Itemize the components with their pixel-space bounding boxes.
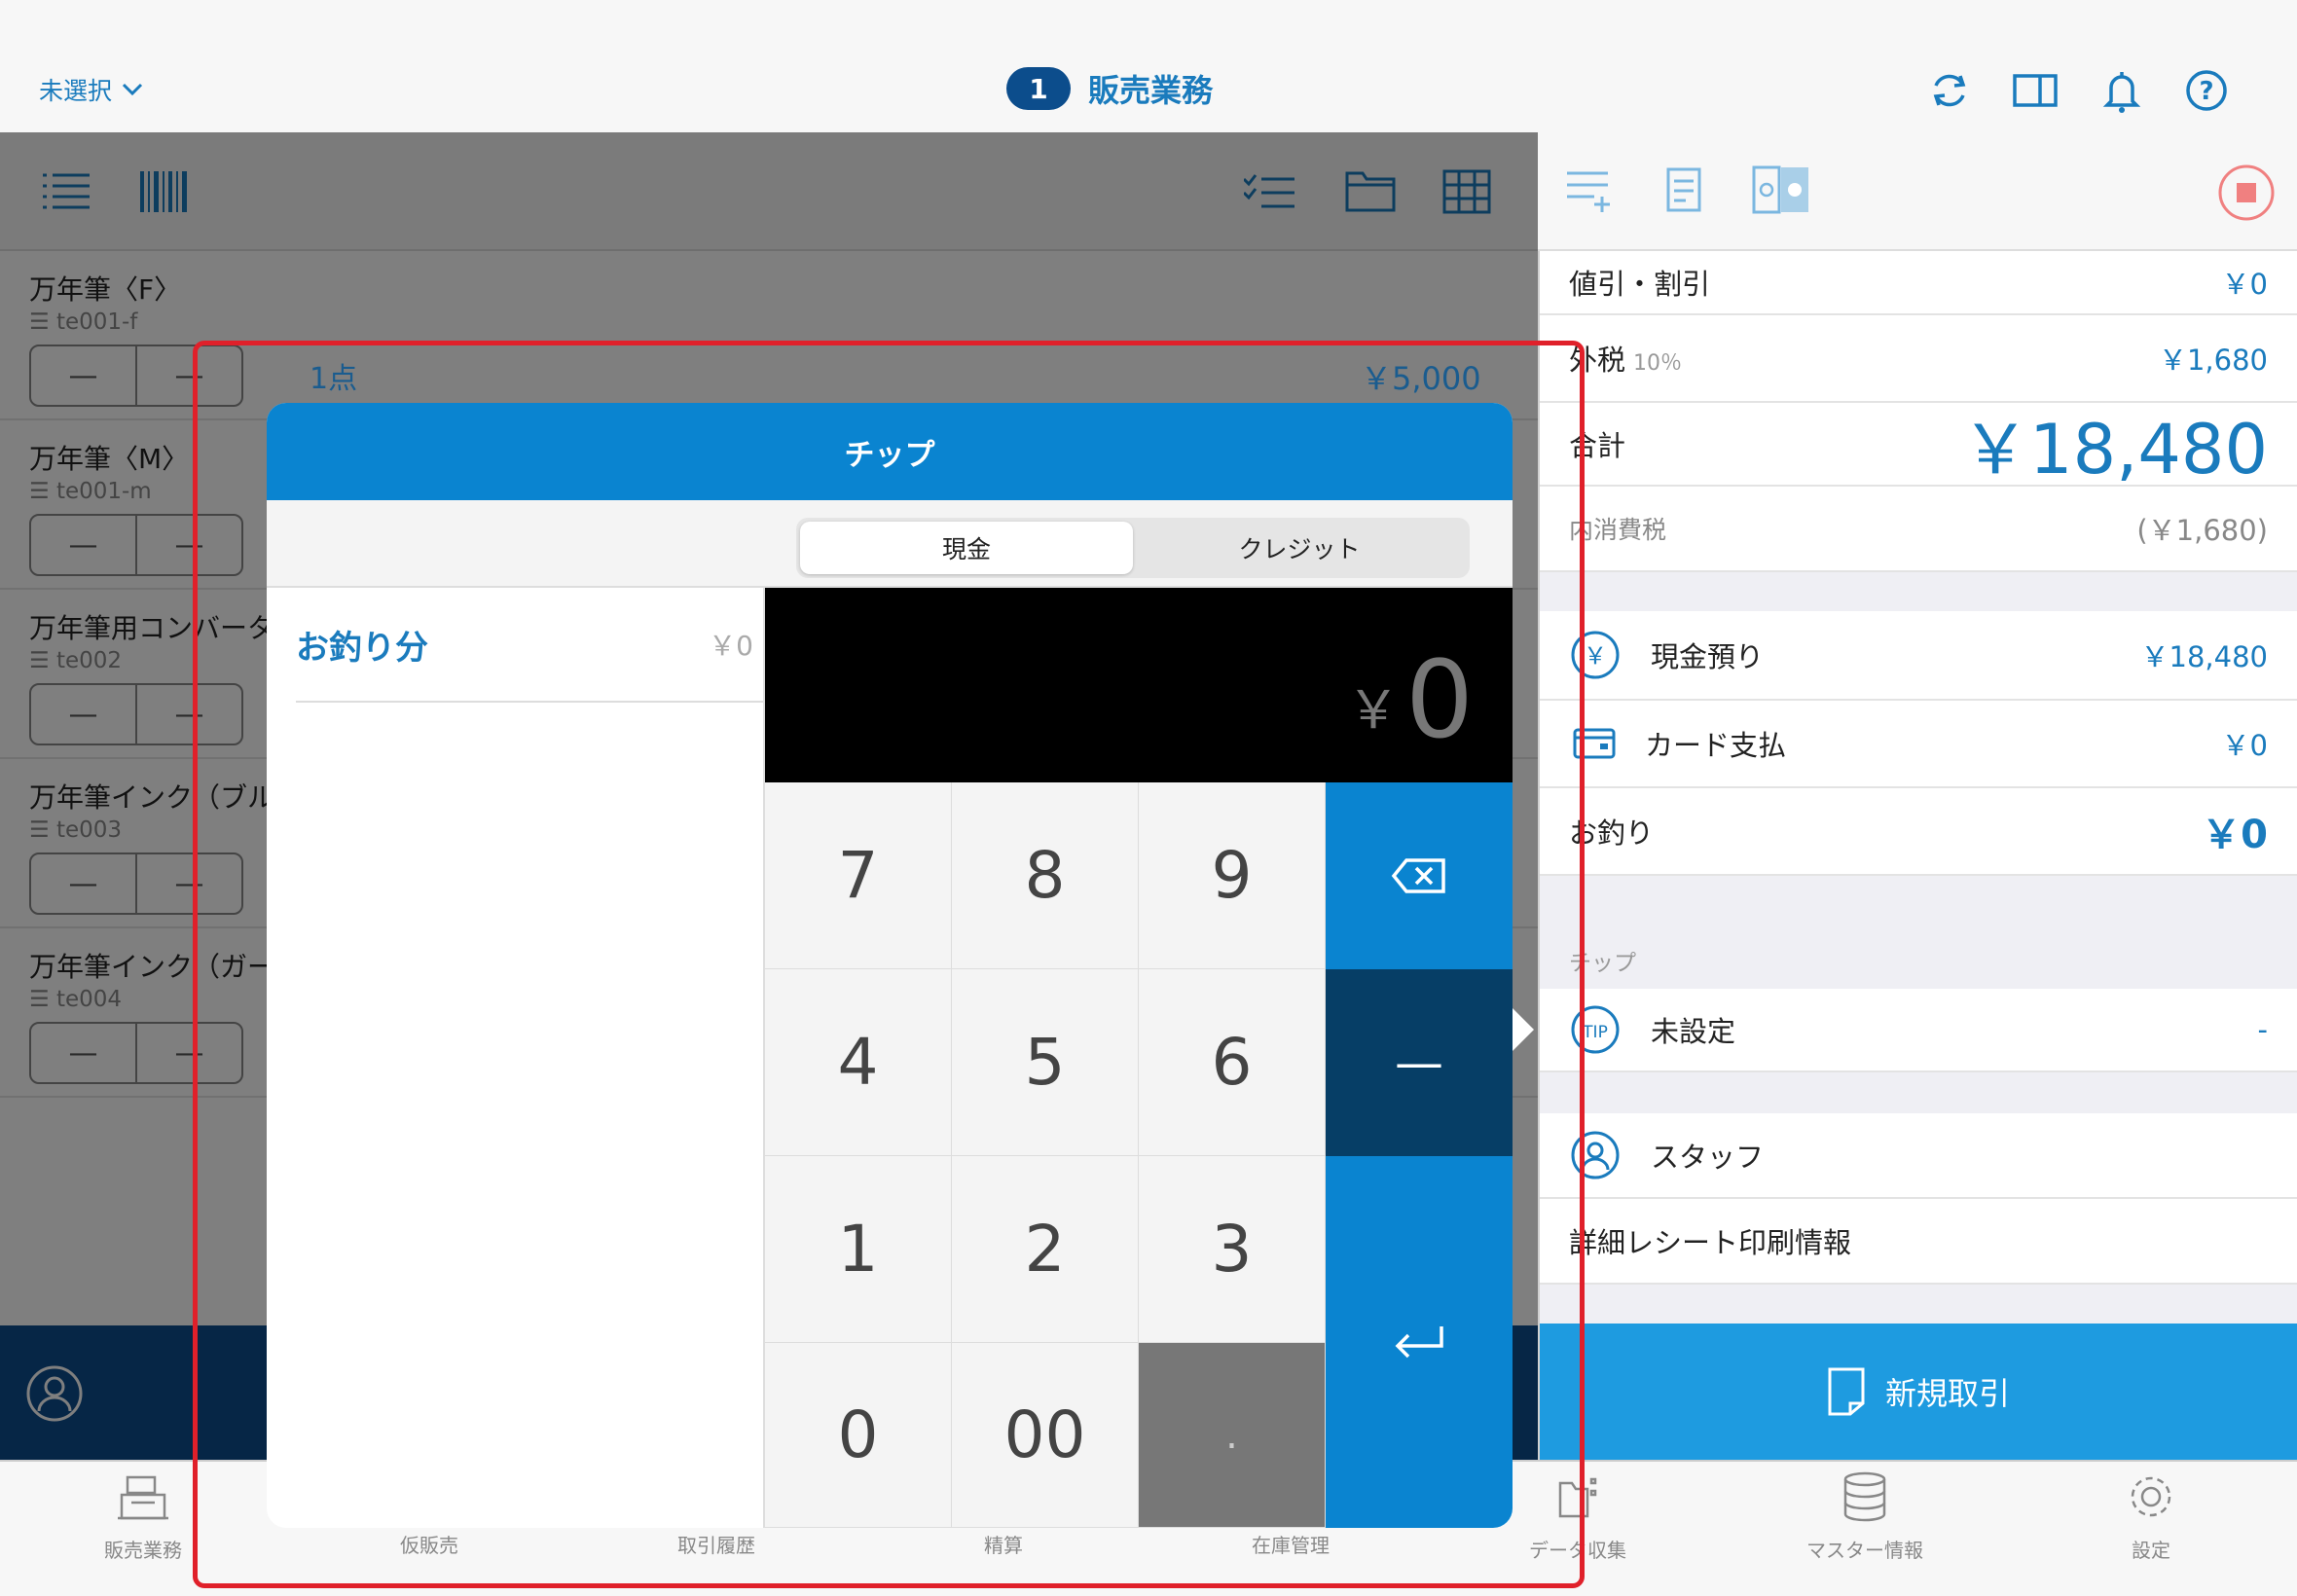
key-9[interactable]: 9: [1139, 782, 1326, 969]
change-tip-label: お釣り分: [296, 628, 428, 668]
numeric-keypad: 7 8 9 4 5 6 1 2 3 0 00 . —: [765, 782, 1513, 1528]
cart-amount: ￥5,000: [1361, 360, 1481, 397]
tip-value: -: [2257, 1013, 2268, 1046]
discount-label: 値引・割引: [1569, 268, 1711, 301]
database-icon: [1843, 1471, 1886, 1522]
total-value: ￥18,480: [1961, 409, 2268, 490]
gear-icon: [2131, 1476, 2171, 1517]
key-4[interactable]: 4: [765, 969, 952, 1156]
tip-row[interactable]: TIP 未設定 -: [1540, 989, 2297, 1072]
title-badge: 1: [1006, 67, 1071, 110]
cash-label: 現金預り: [1651, 640, 1765, 673]
tip-label: 未設定: [1651, 1015, 1736, 1048]
backspace-icon: [1391, 858, 1445, 893]
return-icon: [1395, 1326, 1443, 1359]
help-icon[interactable]: ?: [2182, 66, 2231, 115]
svg-text:￥: ￥: [1584, 642, 1607, 670]
svg-text:?: ?: [2199, 77, 2213, 106]
tab-label: マスター情報: [1806, 1539, 1923, 1562]
key-6[interactable]: 6: [1139, 969, 1326, 1156]
key-7[interactable]: 7: [765, 782, 952, 969]
payment-type-segment: 現金 クレジット: [796, 518, 1470, 578]
tax-value: ￥1,680: [2158, 344, 2268, 377]
checkout-toolbar: [1538, 132, 2297, 251]
discount-row[interactable]: 値引・割引 ￥0: [1540, 251, 2297, 315]
key-5[interactable]: 5: [952, 969, 1139, 1156]
add-line-icon[interactable]: [1565, 167, 1612, 214]
change-tip-value: ￥0: [709, 630, 753, 662]
key-decimal[interactable]: .: [1139, 1343, 1326, 1528]
split-payment-icon[interactable]: [1752, 165, 1810, 214]
change-row: お釣り ￥0: [1540, 788, 2297, 876]
title-text: 販売業務: [1088, 72, 1214, 109]
card-value: ￥0: [2221, 729, 2268, 762]
cash-row[interactable]: ￥ 現金預り ￥18,480: [1540, 611, 2297, 701]
new-deal-button[interactable]: 新規取引: [1540, 1324, 2297, 1460]
key-1[interactable]: 1: [765, 1156, 952, 1343]
document-icon: [1828, 1367, 1865, 1416]
tab-settings[interactable]: 設定: [2054, 1469, 2248, 1563]
bell-icon[interactable]: [2097, 66, 2146, 115]
store-selector[interactable]: 未選択: [39, 72, 143, 107]
total-row: 合計 ￥18,480: [1540, 403, 2297, 490]
svg-text:TIP: TIP: [1582, 1023, 1608, 1042]
register-icon: [118, 1475, 168, 1520]
amount-display: ￥ 0: [765, 588, 1513, 782]
key-0[interactable]: 0: [765, 1343, 952, 1528]
card-label: カード支払: [1645, 729, 1787, 762]
backspace-button[interactable]: [1326, 782, 1513, 969]
key-3[interactable]: 3: [1139, 1156, 1326, 1343]
inner-tax-row: 内消費税 (￥1,680): [1540, 487, 2297, 572]
receipt-info-row[interactable]: 詳細レシート印刷情報: [1540, 1199, 2297, 1285]
segment-cash[interactable]: 現金: [800, 522, 1133, 574]
receipt-edit-icon[interactable]: [1664, 165, 1707, 216]
segment-credit[interactable]: クレジット: [1133, 522, 1466, 574]
page-title: 1 販売業務: [1006, 66, 1213, 111]
dialog-title: チップ: [267, 403, 1513, 500]
receipt-info-label: 詳細レシート印刷情報: [1569, 1226, 1852, 1259]
change-value: ￥0: [2202, 813, 2268, 857]
popover-arrow: [1513, 1008, 1534, 1051]
tab-master[interactable]: マスター情報: [1768, 1469, 1962, 1563]
new-deal-label: 新規取引: [1884, 1375, 2010, 1412]
payment-type-bar: 現金 クレジット: [267, 500, 1513, 588]
inner-tax-value: (￥1,680): [2136, 514, 2268, 547]
staff-row[interactable]: スタッフ: [1540, 1113, 2297, 1199]
enter-button[interactable]: [1326, 1156, 1513, 1528]
key-8[interactable]: 8: [952, 782, 1139, 969]
tax-rate: 10％: [1633, 351, 1683, 376]
card-row[interactable]: カード支払 ￥0: [1540, 701, 2297, 788]
stop-icon[interactable]: [2217, 163, 2276, 222]
cart-count: 1点: [310, 362, 358, 396]
tax-row: 外税 10％ ￥1,680: [1540, 315, 2297, 403]
tip-dialog: チップ 現金 クレジット お釣り分 ￥0 ￥ 0 7 8 9 4 5 6 1 2…: [267, 403, 1513, 1528]
key-00[interactable]: 00: [952, 1343, 1139, 1528]
store-selector-label: 未選択: [39, 77, 113, 105]
split-view-icon[interactable]: [2011, 66, 2060, 115]
change-tip-row[interactable]: お釣り分 ￥0: [296, 588, 763, 703]
tab-label: 設定: [2132, 1539, 2170, 1562]
discount-value: ￥0: [2221, 268, 2268, 301]
sync-icon[interactable]: [1925, 66, 1974, 115]
display-currency: ￥: [1347, 679, 1400, 741]
display-value: 0: [1405, 637, 1474, 762]
key-2[interactable]: 2: [952, 1156, 1139, 1343]
staff-label: スタッフ: [1651, 1141, 1765, 1174]
cash-value: ￥18,480: [2140, 640, 2268, 673]
minus-key[interactable]: —: [1326, 969, 1513, 1156]
chevron-down-icon: [122, 83, 143, 96]
